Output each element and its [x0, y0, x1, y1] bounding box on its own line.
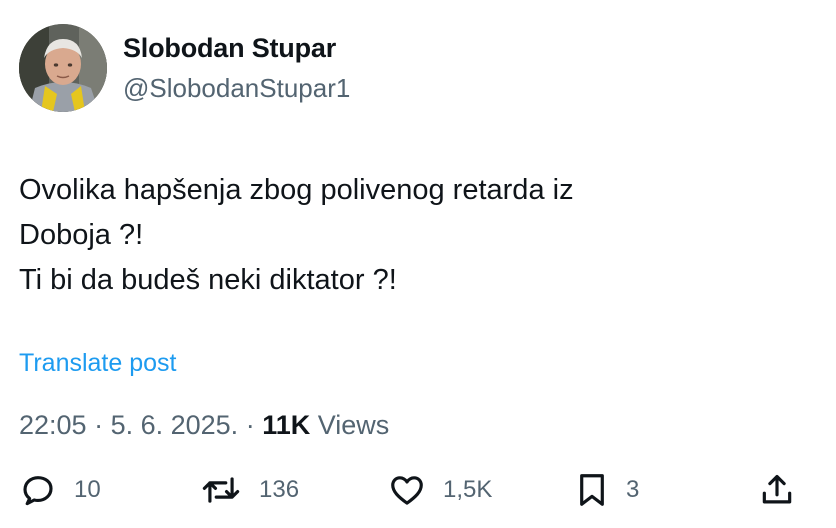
repost-icon — [202, 477, 240, 503]
views-count[interactable]: 11K — [262, 410, 310, 440]
share-icon — [762, 474, 792, 504]
translate-post-link[interactable]: Translate post — [19, 349, 176, 378]
author-handle[interactable]: @SlobodanStupar1 — [123, 73, 350, 104]
share-button[interactable] — [758, 470, 796, 510]
bookmark-icon — [580, 474, 604, 506]
meta-separator: · — [86, 410, 111, 440]
avatar[interactable] — [19, 24, 107, 112]
reply-button[interactable]: 10 — [19, 470, 101, 510]
tweet-meta: 22:05 · 5. 6. 2025. · 11K Views — [19, 410, 389, 441]
bookmark-count: 3 — [626, 476, 640, 503]
author-name[interactable]: Slobodan Stupar — [123, 33, 336, 64]
heart-icon — [391, 476, 423, 505]
views-label: Views — [310, 410, 390, 440]
like-button[interactable]: 1,5K — [388, 470, 492, 510]
repost-button[interactable]: 136 — [200, 470, 299, 510]
reply-icon — [23, 476, 53, 506]
tweet-date[interactable]: 5. 6. 2025. — [111, 410, 239, 440]
meta-separator: · — [238, 410, 263, 440]
tweet-line: Ovolika hapšenja zbog polivenog retarda … — [19, 174, 574, 206]
bookmark-button[interactable]: 3 — [575, 470, 639, 510]
avatar-image — [19, 24, 107, 112]
reply-count: 10 — [74, 476, 101, 503]
tweet-time[interactable]: 22:05 — [19, 410, 87, 440]
tweet-line: Ti bi da budeš neki diktator ?! — [19, 264, 397, 296]
repost-count: 136 — [259, 476, 300, 503]
like-count: 1,5K — [443, 476, 493, 503]
tweet-text: Ovolika hapšenja zbog polivenog retarda … — [19, 168, 809, 303]
tweet-line: Doboja ?! — [19, 219, 144, 251]
